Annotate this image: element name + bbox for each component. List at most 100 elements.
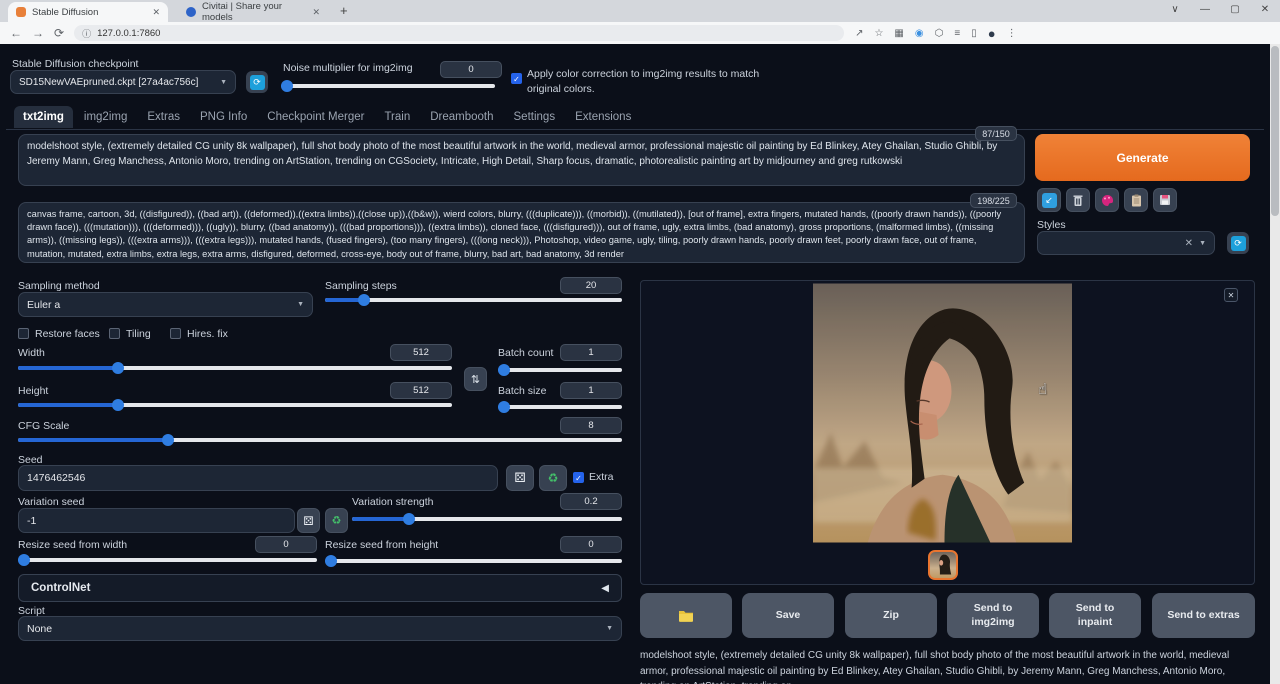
resize-seed-height-slider[interactable] [325, 559, 622, 571]
menu-dots-icon[interactable]: ⋮ [1007, 28, 1017, 39]
height-value[interactable]: 512 [390, 382, 452, 399]
side-panel-icon[interactable]: ▯ [971, 28, 977, 39]
resize-seed-height-label: Resize seed from height [325, 539, 438, 551]
controlnet-accordion[interactable]: ControlNet ◀ [18, 574, 622, 602]
batch-count-slider[interactable] [498, 368, 622, 380]
bookmark-star-icon[interactable]: ☆ [874, 28, 883, 39]
hires-fix-checkbox[interactable] [170, 328, 181, 339]
tab-close-icon[interactable]: ✕ [152, 7, 160, 18]
reuse-variation-seed-button[interactable]: ♻ [325, 508, 348, 533]
tab-img2img[interactable]: img2img [75, 106, 136, 128]
main-tabs: txt2img img2img Extras PNG Info Checkpoi… [14, 106, 640, 128]
styles-dropdown[interactable]: ✕ ▼ [1037, 231, 1215, 255]
close-image-icon[interactable]: ✕ [1224, 288, 1238, 302]
chevron-down-icon: ▼ [220, 79, 227, 86]
batch-count-value[interactable]: 1 [560, 344, 622, 361]
checkpoint-label: Stable Diffusion checkpoint [12, 58, 138, 70]
new-tab-button[interactable]: + [340, 3, 348, 18]
tiling-checkbox[interactable] [109, 328, 120, 339]
noise-multiplier-slider[interactable] [281, 84, 495, 96]
tab-dreambooth[interactable]: Dreambooth [421, 106, 502, 128]
color-correction-checkbox[interactable]: ✓ [511, 73, 522, 84]
tab-close-icon[interactable]: ✕ [312, 7, 320, 18]
tab-search-icon[interactable]: ∨ [1160, 0, 1190, 20]
tab-png-info[interactable]: PNG Info [191, 106, 256, 128]
sampling-method-dropdown[interactable]: Euler a ▼ [18, 292, 313, 317]
swap-dimensions-button[interactable]: ⇅ [464, 367, 487, 391]
batch-size-slider[interactable] [498, 405, 622, 417]
checkpoint-refresh-button[interactable]: ⟳ [246, 71, 268, 93]
extension-dot-icon[interactable]: ◉ [915, 28, 924, 39]
restore-faces-checkbox[interactable] [18, 328, 29, 339]
random-seed-button[interactable]: ⚄ [506, 465, 534, 491]
styles-refresh-button[interactable]: ⟳ [1227, 232, 1249, 254]
reuse-seed-button[interactable]: ♻ [539, 465, 567, 491]
tab-train[interactable]: Train [375, 106, 419, 128]
extra-seed-checkbox[interactable]: ✓ [573, 472, 584, 483]
resize-seed-width-value[interactable]: 0 [255, 536, 317, 553]
sampling-steps-value[interactable]: 20 [560, 277, 622, 294]
styles-clear-icon[interactable]: ✕ [1185, 238, 1193, 249]
negative-prompt-textarea[interactable]: canvas frame, cartoon, 3d, ((disfigured)… [18, 202, 1025, 263]
scrollbar-thumb[interactable] [1271, 46, 1279, 216]
hires-fix-label: Hires. fix [187, 328, 228, 340]
resize-seed-width-slider[interactable] [18, 558, 317, 570]
gallery-thumbnail[interactable] [928, 550, 958, 580]
batch-size-value[interactable]: 1 [560, 382, 622, 399]
tab-extras[interactable]: Extras [138, 106, 189, 128]
browser-tab-civitai[interactable]: Civitai | Share your models ✕ [178, 2, 328, 22]
script-dropdown[interactable]: None ▼ [18, 616, 622, 641]
variation-strength-value[interactable]: 0.2 [560, 493, 622, 510]
save-button[interactable]: Save [742, 593, 834, 638]
resize-seed-height-value[interactable]: 0 [560, 536, 622, 553]
tab-settings[interactable]: Settings [505, 106, 565, 128]
width-value[interactable]: 512 [390, 344, 452, 361]
negative-prompt-counter: 198/225 [970, 193, 1017, 208]
sd-favicon [16, 7, 26, 17]
cfg-scale-value[interactable]: 8 [560, 417, 622, 434]
apply-style-button[interactable] [1124, 188, 1148, 212]
random-variation-seed-button[interactable]: ⚄ [297, 508, 320, 533]
height-slider[interactable] [18, 403, 452, 415]
extra-networks-button[interactable] [1095, 188, 1119, 212]
send-to-inpaint-button[interactable]: Send to inpaint [1049, 593, 1141, 638]
send-to-extras-button[interactable]: Send to extras [1152, 593, 1255, 638]
variation-seed-input[interactable]: -1 [18, 508, 295, 533]
generate-button[interactable]: Generate [1035, 134, 1250, 181]
reading-list-icon[interactable]: ≡ [954, 28, 960, 39]
send-to-img2img-button[interactable]: Send to img2img [947, 593, 1039, 638]
url-text: 127.0.0.1:7860 [97, 28, 160, 39]
reload-icon[interactable]: ⟳ [54, 26, 64, 40]
width-slider[interactable] [18, 366, 452, 378]
paste-params-button[interactable]: ↙ [1037, 188, 1061, 212]
seed-input[interactable]: 1476462546 [18, 465, 498, 491]
noise-multiplier-value[interactable]: 0 [440, 61, 502, 78]
apps-grid-icon[interactable]: ▦ [894, 28, 903, 39]
share-icon[interactable]: ↗ [855, 28, 863, 39]
profile-avatar[interactable]: ● [988, 26, 996, 41]
checkpoint-dropdown[interactable]: SD15NewVAEpruned.ckpt [27a4ac756c] ▼ [10, 70, 236, 94]
minimize-button[interactable]: — [1190, 0, 1220, 20]
url-bar[interactable]: ⓘ 127.0.0.1:7860 [74, 25, 844, 41]
prompt-textarea[interactable]: modelshoot style, (extremely detailed CG… [18, 134, 1025, 186]
trash-icon [1072, 194, 1084, 207]
tab-extensions[interactable]: Extensions [566, 106, 640, 128]
tab-txt2img[interactable]: txt2img [14, 106, 73, 128]
cfg-scale-slider[interactable] [18, 438, 622, 450]
site-info-icon[interactable]: ⓘ [82, 27, 91, 40]
page-scrollbar[interactable] [1270, 44, 1280, 684]
clear-prompt-button[interactable] [1066, 188, 1090, 212]
restore-button[interactable]: ▢ [1220, 0, 1250, 20]
browser-tab-stable-diffusion[interactable]: Stable Diffusion ✕ [8, 2, 168, 22]
generated-image[interactable] [813, 283, 1072, 543]
open-folder-button[interactable] [640, 593, 732, 638]
tab-checkpoint-merger[interactable]: Checkpoint Merger [258, 106, 373, 128]
back-icon[interactable]: ← [10, 26, 22, 40]
forward-icon[interactable]: → [32, 26, 44, 40]
zip-button[interactable]: Zip [845, 593, 937, 638]
variation-strength-slider[interactable] [352, 517, 622, 529]
save-style-button[interactable] [1153, 188, 1177, 212]
sampling-steps-slider[interactable] [325, 298, 622, 310]
puzzle-extensions-icon[interactable]: ⬡ [935, 28, 944, 39]
close-window-button[interactable]: ✕ [1250, 0, 1280, 20]
